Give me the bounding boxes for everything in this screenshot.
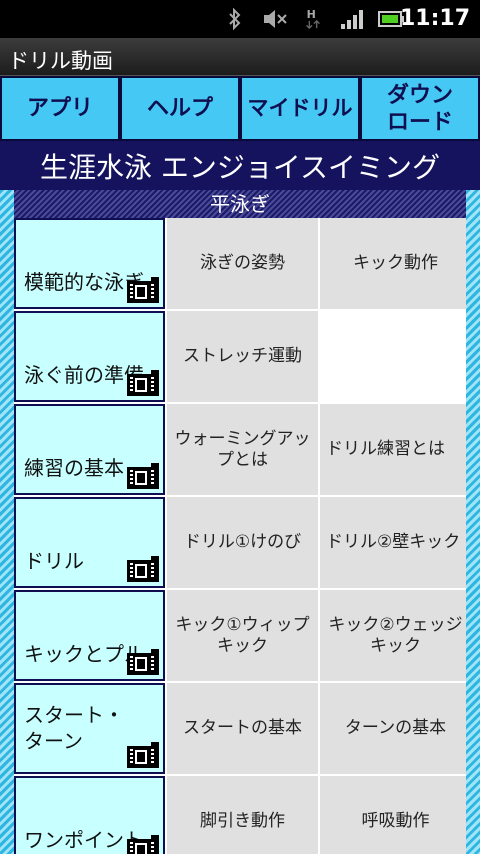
film-icon bbox=[127, 835, 159, 854]
drill-item[interactable]: キック①ウィップキック bbox=[167, 590, 318, 681]
category-button[interactable]: ドリル bbox=[14, 497, 165, 588]
table-row: ワンポイント 脚引き動作 呼吸動作 bbox=[14, 776, 466, 854]
drill-item[interactable]: ストレッチ運動 bbox=[167, 311, 318, 402]
table-row: 泳ぐ前の準備 ストレッチ運動 bbox=[14, 311, 466, 404]
data-h-icon: H bbox=[306, 8, 320, 30]
category-button[interactable]: スタート・ターン bbox=[14, 683, 165, 774]
tab-download[interactable]: ダウン ロード bbox=[360, 76, 480, 141]
drill-item[interactable]: ドリル練習とは bbox=[320, 404, 466, 495]
app-title: ドリル動画 bbox=[0, 38, 480, 76]
category-label: 泳ぐ前の準備 bbox=[24, 363, 144, 387]
film-icon bbox=[127, 277, 159, 303]
category-label: キックとプル bbox=[24, 642, 144, 666]
drill-item[interactable]: ウォーミングアップとは bbox=[167, 404, 318, 495]
category-label: スタート・ターン bbox=[24, 703, 124, 753]
category-button[interactable]: ワンポイント bbox=[14, 776, 165, 854]
drill-item[interactable]: ターンの基本 bbox=[320, 683, 466, 774]
signal-icon bbox=[341, 10, 363, 29]
category-label: 練習の基本 bbox=[24, 456, 124, 480]
status-bar: H 11:17 bbox=[0, 0, 480, 38]
drill-item[interactable]: スタートの基本 bbox=[167, 683, 318, 774]
category-label: 模範的な泳ぎ bbox=[24, 270, 144, 294]
film-icon bbox=[127, 556, 159, 582]
drill-item[interactable]: キック動作 bbox=[320, 218, 466, 309]
tab-my-drill[interactable]: マイドリル bbox=[240, 76, 360, 141]
category-button[interactable]: キックとプル bbox=[14, 590, 165, 681]
film-icon bbox=[127, 649, 159, 675]
table-row: キックとプル キック①ウィップキック キック②ウェッジキック bbox=[14, 590, 466, 683]
film-icon bbox=[127, 742, 159, 768]
category-label: ワンポイント bbox=[24, 828, 144, 852]
bluetooth-icon bbox=[229, 8, 241, 30]
tab-bar: アプリ ヘルプ マイドリル ダウン ロード bbox=[0, 76, 480, 141]
tab-help[interactable]: ヘルプ bbox=[120, 76, 240, 141]
category-button[interactable]: 模範的な泳ぎ bbox=[14, 218, 165, 309]
drill-item[interactable]: ドリル②壁キック bbox=[320, 497, 466, 588]
category-button[interactable]: 練習の基本 bbox=[14, 404, 165, 495]
table-row: スタート・ターン スタートの基本 ターンの基本 bbox=[14, 683, 466, 776]
film-icon bbox=[127, 463, 159, 489]
drill-item[interactable]: 泳ぎの姿勢 bbox=[167, 218, 318, 309]
tab-apps[interactable]: アプリ bbox=[0, 76, 120, 141]
table-row: 模範的な泳ぎ 泳ぎの姿勢 キック動作 bbox=[14, 218, 466, 311]
drill-item bbox=[320, 311, 466, 402]
drill-item[interactable]: 呼吸動作 bbox=[320, 776, 466, 854]
table-row: ドリル ドリル①けのび ドリル②壁キック bbox=[14, 497, 466, 590]
drill-item[interactable]: キック②ウェッジキック bbox=[320, 590, 466, 681]
table-row: 練習の基本 ウォーミングアップとは ドリル練習とは bbox=[14, 404, 466, 497]
drill-item[interactable]: ドリル①けのび bbox=[167, 497, 318, 588]
banner-title: 生涯水泳 エンジョイスイミング bbox=[0, 141, 480, 190]
svg-text:H: H bbox=[307, 8, 316, 21]
section-header: 平泳ぎ bbox=[14, 190, 466, 218]
content-area: 平泳ぎ 模範的な泳ぎ 泳ぎの姿勢 キック動作 泳ぐ前の準備 ストレッチ運動 練習の基本 ウォ… bbox=[0, 190, 480, 854]
clock: 11:17 bbox=[399, 6, 470, 31]
vibrate-icon bbox=[264, 10, 287, 28]
category-label: ドリル bbox=[24, 549, 84, 573]
film-icon bbox=[127, 370, 159, 396]
drill-item[interactable]: 脚引き動作 bbox=[167, 776, 318, 854]
category-button[interactable]: 泳ぐ前の準備 bbox=[14, 311, 165, 402]
drill-grid: 模範的な泳ぎ 泳ぎの姿勢 キック動作 泳ぐ前の準備 ストレッチ運動 練習の基本 ウォーミング… bbox=[14, 218, 466, 854]
